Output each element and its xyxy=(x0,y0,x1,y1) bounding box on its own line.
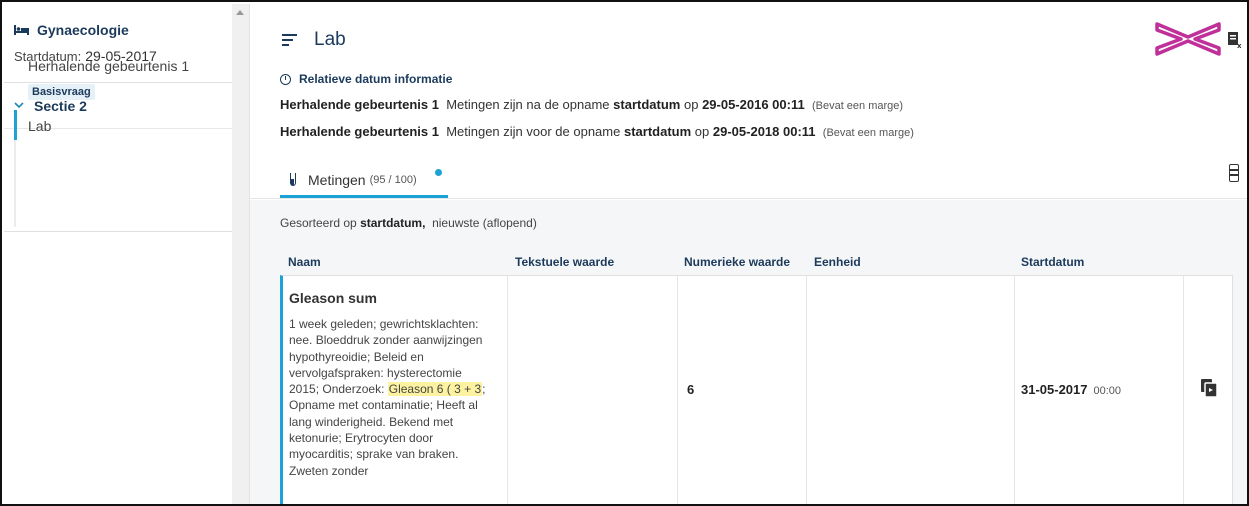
ward-title: Gynaecologie xyxy=(14,22,232,38)
divider xyxy=(4,231,232,232)
columns-icon[interactable] xyxy=(1229,164,1239,182)
info-row-2: Herhalende gebeurtenis 1 Metingen zijn v… xyxy=(280,124,914,139)
sort-prefix: Gesorteerd op xyxy=(280,216,357,230)
measurement-description: 1 week geleden; gewrichtsklachten: nee. … xyxy=(289,316,494,479)
copy-icon[interactable] xyxy=(1200,378,1218,398)
page-title: Lab xyxy=(314,29,346,50)
col-numerieke-waarde[interactable]: Numerieke waarde xyxy=(684,255,790,269)
tab-metingen-count: (95 / 100) xyxy=(369,174,417,186)
col-tekstuele-waarde[interactable]: Tekstuele waarde xyxy=(515,255,614,269)
info-row-1-datetime: 29-05-2016 00:11 xyxy=(702,97,805,112)
menu-icon[interactable] xyxy=(282,34,297,46)
info-row-1: Herhalende gebeurtenis 1 Metingen zijn n… xyxy=(280,97,903,112)
info-row-1-text: Metingen zijn na de opname xyxy=(446,97,610,112)
clock-icon xyxy=(280,73,291,85)
tree-line xyxy=(14,127,16,227)
export-icon[interactable]: x xyxy=(1227,31,1243,49)
tab-metingen-label: Metingen xyxy=(308,172,366,188)
relative-date-heading: Relatieve datum informatie xyxy=(280,72,452,86)
info-row-1-field: startdatum xyxy=(613,97,681,112)
tab-metingen[interactable]: Metingen (95 / 100) xyxy=(280,164,448,198)
info-row-2-prep: op xyxy=(694,124,710,139)
table-row[interactable]: Gleason sum 1 week geleden; gewrichtskla… xyxy=(280,275,1233,504)
app-window: Gynaecologie Startdatum: 29-05-2017 Secti… xyxy=(0,0,1249,506)
measurement-name: Gleason sum xyxy=(289,290,377,306)
description-highlight: Gleason 6 ( 3 + 3 xyxy=(387,382,483,397)
logo-icon xyxy=(1155,22,1221,56)
description-text-rest: ; Opname met contaminatie; Heeft al lang… xyxy=(289,382,486,478)
page-header: Lab x Relatieve datum informatie Herhale… xyxy=(250,4,1247,199)
svg-text:x: x xyxy=(1237,42,1242,49)
test-tube-icon xyxy=(290,173,296,186)
numeric-value: 6 xyxy=(687,382,695,397)
sort-info: Gesorteerd op startdatum, nieuwste (aflo… xyxy=(280,216,537,230)
info-row-2-datetime: 29-05-2018 00:11 xyxy=(712,124,816,139)
info-row-1-note: (Bevat een marge) xyxy=(811,100,904,112)
col-naam[interactable]: Naam xyxy=(288,255,321,269)
sort-field: startdatum, xyxy=(360,216,426,230)
basisvraag-badge: Basisvraag xyxy=(28,84,95,100)
info-row-2-note: (Bevat een marge) xyxy=(822,127,914,139)
start-date-cell: 31-05-2017 00:00 xyxy=(1021,382,1121,397)
content-area: Gesorteerd op startdatum, nieuwste (aflo… xyxy=(250,200,1247,504)
info-row-2-event: Herhalende gebeurtenis 1 xyxy=(280,124,439,139)
row-date: 31-05-2017 xyxy=(1021,382,1088,397)
row-time: 00:00 xyxy=(1093,385,1122,397)
bed-icon xyxy=(14,25,29,35)
sidebar: Gynaecologie Startdatum: 29-05-2017 Secti… xyxy=(4,4,232,504)
sidebar-item-lab[interactable]: Lab xyxy=(14,110,51,140)
col-startdatum[interactable]: Startdatum xyxy=(1021,255,1084,269)
col-eenheid[interactable]: Eenheid xyxy=(814,255,861,269)
relative-date-heading-text: Relatieve datum informatie xyxy=(299,72,453,86)
info-row-1-event: Herhalende gebeurtenis 1 xyxy=(280,97,439,112)
main-panel: Lab x Relatieve datum informatie Herhale… xyxy=(249,4,1247,504)
info-row-2-text: Metingen zijn voor de opname xyxy=(446,124,621,139)
sort-order: nieuwste (aflopend) xyxy=(432,216,537,230)
table-header: Naam Tekstuele waarde Numerieke waarde E… xyxy=(280,252,1233,276)
sidebar-scrollbar[interactable] xyxy=(232,4,249,504)
scroll-up-icon[interactable] xyxy=(236,10,244,15)
status-dot xyxy=(435,169,442,176)
info-row-2-field: startdatum xyxy=(623,124,692,139)
info-row-1-prep: op xyxy=(683,97,699,112)
sidebar-item-herhalende-gebeurtenis[interactable]: Herhalende gebeurtenis 1 xyxy=(14,58,189,74)
ward-name: Gynaecologie xyxy=(37,22,129,38)
